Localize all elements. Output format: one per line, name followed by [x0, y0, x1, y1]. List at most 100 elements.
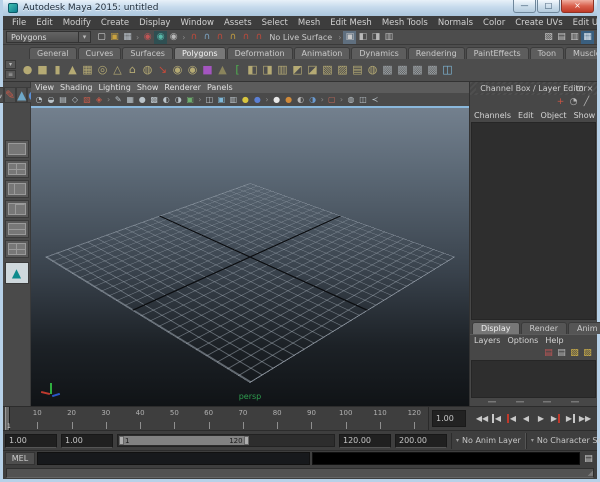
bridge-icon[interactable]: ◪: [305, 60, 320, 80]
poly-cube-icon[interactable]: ■: [35, 60, 50, 80]
poly-plane-icon[interactable]: ▦: [80, 60, 95, 80]
plugin-panel-icon[interactable]: ◫: [357, 94, 369, 106]
paint-selection-tool-icon[interactable]: ✎: [4, 87, 16, 103]
textured-material-icon[interactable]: ●: [283, 94, 295, 106]
menu-edit[interactable]: Edit: [31, 18, 57, 28]
camera-attributes-icon[interactable]: ▤: [57, 94, 69, 106]
shelf-tab-muscle[interactable]: Muscle: [565, 47, 597, 59]
shelf-menu-icon[interactable]: ≡: [5, 70, 16, 79]
poly-terrain-icon[interactable]: ▲: [215, 60, 230, 80]
lock-camera-icon[interactable]: ◒: [45, 94, 57, 106]
extrude-icon[interactable]: ▧: [320, 60, 335, 80]
select-camera-icon[interactable]: ◔: [33, 94, 45, 106]
menu-normals[interactable]: Normals: [433, 18, 478, 28]
titlebar[interactable]: Autodesk Maya 2015: untitled — □ ×: [3, 0, 597, 16]
uv-cylindrical-projection-icon[interactable]: ▩: [410, 60, 425, 80]
snap-to-curve-icon[interactable]: ∩: [200, 31, 213, 44]
play-backwards-button[interactable]: ◀: [519, 411, 533, 427]
cb-menu-object[interactable]: Object: [541, 111, 574, 120]
insert-edge-loop-icon[interactable]: ▥: [275, 60, 290, 80]
new-scene-icon[interactable]: ▢: [95, 31, 108, 44]
use-all-lights-icon[interactable]: ◐: [160, 94, 172, 106]
shelf-tab-animation[interactable]: Animation: [294, 47, 351, 59]
select-by-component-icon[interactable]: ◉: [167, 31, 180, 44]
shaded-display-icon[interactable]: ●: [136, 94, 148, 106]
poly-torus-icon[interactable]: ◎: [95, 60, 110, 80]
range-slider-track[interactable]: 1 120: [117, 434, 335, 447]
layer-tab-render[interactable]: Render: [521, 322, 567, 334]
menu-edit-uvs[interactable]: Edit UVs: [568, 18, 597, 28]
shelf-tab-general[interactable]: General: [29, 47, 77, 59]
snap-to-view-plane-icon[interactable]: ∩: [239, 31, 252, 44]
shelf-tab-rendering[interactable]: Rendering: [408, 47, 465, 59]
shelf-tab-deformation[interactable]: Deformation: [227, 47, 293, 59]
shelf-tab-polygons[interactable]: Polygons: [174, 47, 226, 59]
command-input[interactable]: [37, 452, 310, 465]
new-empty-layer-icon[interactable]: ▧: [568, 347, 581, 360]
xgen-panel-icon[interactable]: ◍: [345, 94, 357, 106]
maximize-button[interactable]: □: [537, 0, 560, 13]
menu-modify[interactable]: Modify: [58, 18, 96, 28]
menu-display[interactable]: Display: [134, 18, 175, 28]
mel-toggle-button[interactable]: MEL: [5, 452, 35, 465]
step-forward-frame-button[interactable]: ▶: [549, 411, 563, 427]
manipulator-icon[interactable]: +: [554, 96, 567, 109]
persp-graph-layout-button[interactable]: [5, 240, 29, 258]
default-material-icon[interactable]: ●: [271, 94, 283, 106]
close-panel-icon[interactable]: ×: [585, 83, 595, 94]
select-by-hierarchy-icon[interactable]: ◉: [141, 31, 154, 44]
cb-menu-edit[interactable]: Edit: [518, 111, 541, 120]
half-shaded-material-icon[interactable]: ◐: [295, 94, 307, 106]
animation-start-field[interactable]: 1.00: [5, 434, 57, 448]
uv-editor-icon[interactable]: ◫: [440, 60, 455, 80]
wireframe-display-icon[interactable]: ▦: [124, 94, 136, 106]
character-set-dropdown[interactable]: ▾ No Character Set: [526, 433, 600, 449]
go-to-end-button[interactable]: ▶▶: [579, 411, 593, 427]
uv-spherical-projection-icon[interactable]: ▩: [425, 60, 440, 80]
blue-shaded-material-icon[interactable]: ◑: [307, 94, 319, 106]
go-to-start-button[interactable]: ◀◀: [474, 411, 488, 427]
menu-set-selector[interactable]: Polygons: [6, 31, 78, 43]
fast-speed-icon[interactable]: ╱: [580, 96, 593, 109]
shelf-tab-dynamics[interactable]: Dynamics: [351, 47, 406, 59]
panel-menu-panels[interactable]: Panels: [207, 83, 239, 92]
textured-display-icon[interactable]: ▩: [148, 94, 160, 106]
three-pane-split-layout-button[interactable]: [5, 200, 29, 218]
move-tool-icon[interactable]: ▲: [16, 87, 27, 103]
shelf-tab-painteffects[interactable]: PaintEffects: [466, 47, 529, 59]
panel-menu-renderer[interactable]: Renderer: [164, 83, 207, 92]
dock-panel-icon[interactable]: ⊡: [575, 83, 585, 94]
anim-layer-dropdown[interactable]: ▾ No Anim Layer: [451, 433, 526, 449]
select-by-object-icon[interactable]: ◉: [154, 31, 167, 44]
two-d-pan-zoom-icon[interactable]: ◈: [93, 94, 105, 106]
layer-list-empty[interactable]: [471, 360, 596, 398]
make-object-live-icon[interactable]: ∩: [252, 31, 265, 44]
separate-icon[interactable]: ▤: [350, 60, 365, 80]
tool-settings-icon[interactable]: ▥: [568, 31, 581, 44]
menu-create[interactable]: Create: [96, 18, 134, 28]
layer-visibility-icon[interactable]: ▤: [555, 347, 568, 360]
range-end-handle[interactable]: [244, 436, 249, 445]
shelf-tab-surfaces[interactable]: Surfaces: [122, 47, 173, 59]
minimize-button[interactable]: —: [513, 0, 536, 13]
shelf-tab-toon[interactable]: Toon: [530, 47, 564, 59]
animation-end-field[interactable]: 200.00: [395, 434, 447, 448]
menu-window[interactable]: Window: [175, 18, 219, 28]
channel-box-icon[interactable]: ▦: [581, 31, 594, 44]
script-editor-icon[interactable]: ▤: [582, 454, 595, 464]
screen-space-ao-icon[interactable]: ▣: [184, 94, 196, 106]
panel-menu-shading[interactable]: Shading: [60, 83, 99, 92]
motion-blur-icon[interactable]: ◫: [203, 94, 215, 106]
layer-tab-display[interactable]: Display: [472, 322, 520, 334]
smooth-icon[interactable]: ◍: [365, 60, 380, 80]
step-back-key-button[interactable]: ◀: [489, 411, 503, 427]
playback-start-field[interactable]: 1.00: [61, 434, 113, 448]
share-views-icon[interactable]: ≺: [369, 94, 381, 106]
menu-select[interactable]: Select: [257, 18, 293, 28]
grease-pencil-icon[interactable]: ✎: [112, 94, 124, 106]
silhouette-lighting-icon[interactable]: ●: [251, 94, 263, 106]
playback-end-field[interactable]: 120.00: [339, 434, 391, 448]
poly-pyramid-icon[interactable]: △: [110, 60, 125, 80]
two-pane-stacked-layout-button[interactable]: [5, 220, 29, 238]
sequence-time-icon[interactable]: ▥: [227, 94, 239, 106]
